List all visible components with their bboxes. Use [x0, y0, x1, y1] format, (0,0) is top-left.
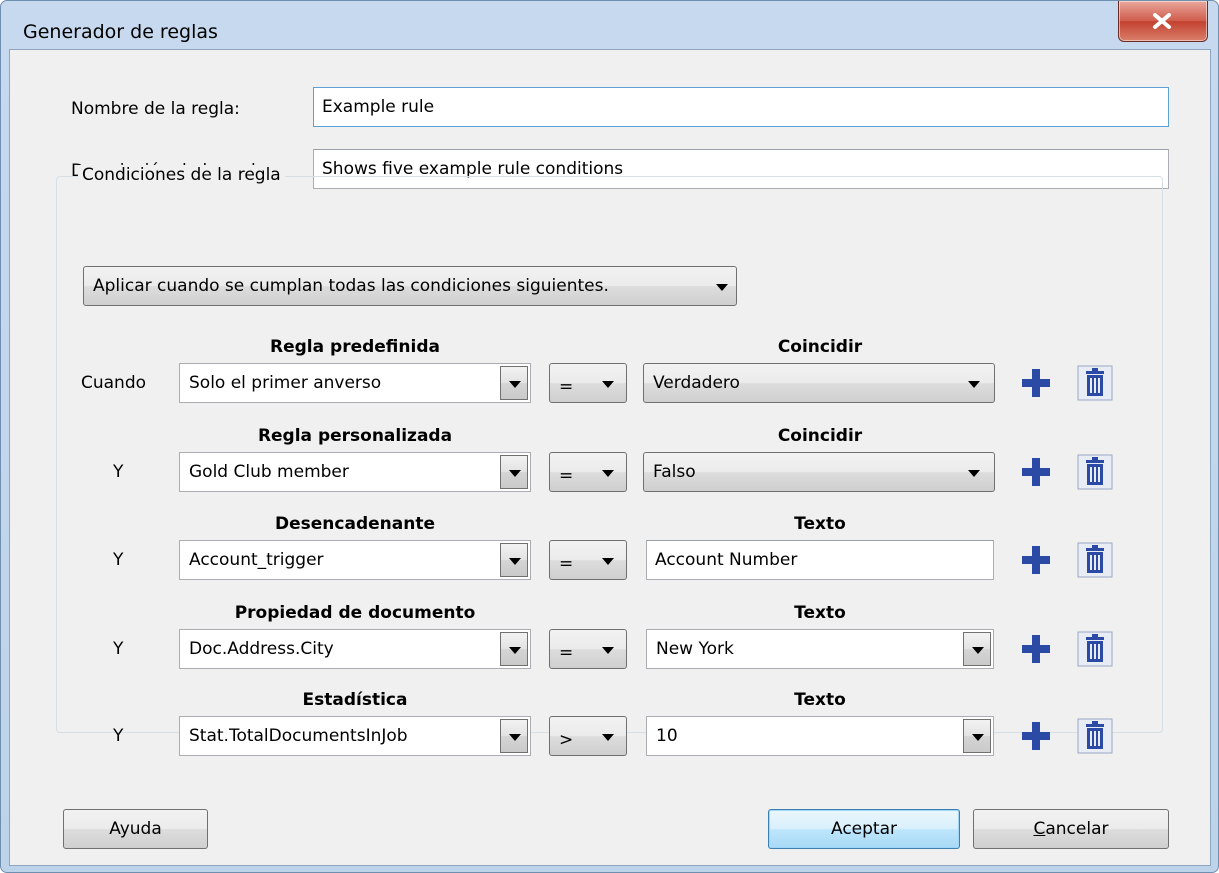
condition-rule-select[interactable]: Gold Club member [179, 452, 531, 492]
condition-left-header: Regla personalizada [257, 426, 453, 446]
trash-icon [1077, 718, 1113, 759]
trash-icon [1077, 542, 1113, 583]
close-icon [1153, 13, 1171, 29]
condition-operator-select[interactable]: = [549, 629, 627, 669]
cancel-button[interactable]: Cancelar [973, 809, 1169, 849]
chevron-down-icon [602, 647, 614, 654]
condition-rule-select[interactable]: Solo el primer anverso [179, 363, 531, 403]
chevron-down-icon [602, 470, 614, 477]
trash-icon [1077, 631, 1113, 672]
condition-connector: Y [113, 550, 124, 570]
condition-match-select[interactable]: Falso [643, 452, 995, 492]
condition-left-header: Estadística [302, 690, 408, 710]
plus-icon [1018, 722, 1054, 759]
dropdown-button[interactable] [500, 719, 528, 753]
delete-condition-button[interactable] [1077, 631, 1113, 667]
condition-rule-value: Account_trigger [189, 550, 324, 570]
close-button[interactable] [1118, 1, 1208, 42]
plus-icon [1018, 369, 1054, 406]
condition-right-header: Texto [794, 690, 846, 710]
condition-operator-select[interactable]: = [549, 363, 627, 403]
chevron-down-icon [602, 734, 614, 741]
condition-operator-value: = [559, 643, 574, 663]
add-condition-button[interactable] [1018, 454, 1054, 490]
condition-rule-select[interactable]: Doc.Address.City [179, 629, 531, 669]
condition-match-input[interactable]: Account Number [646, 540, 994, 580]
trash-icon [1077, 454, 1113, 495]
dialog-window: Generador de reglas Nombre de la regla: … [0, 0, 1219, 873]
plus-icon [1018, 635, 1054, 672]
condition-operator-select[interactable]: > [549, 716, 627, 756]
condition-left-header: Desencadenante [275, 514, 435, 534]
condition-right-header: Texto [794, 514, 846, 534]
ok-button[interactable]: Aceptar [768, 809, 960, 849]
delete-condition-button[interactable] [1077, 365, 1113, 401]
dropdown-button[interactable] [963, 719, 991, 753]
condition-rule-select[interactable]: Account_trigger [179, 540, 531, 580]
condition-rule-value: Stat.TotalDocumentsInJob [189, 726, 408, 746]
condition-operator-value: = [559, 466, 574, 486]
conditions-group-label: Condiciones de la regla [78, 165, 285, 185]
apply-mode-value: Aplicar cuando se cumplan todas las cond… [93, 276, 609, 296]
rule-name-label: Nombre de la regla: [71, 99, 240, 119]
add-condition-button[interactable] [1018, 365, 1054, 401]
chevron-down-icon [509, 558, 521, 565]
condition-rule-value: Solo el primer anverso [189, 373, 382, 393]
condition-connector: Y [113, 462, 124, 482]
condition-right-header: Texto [794, 603, 846, 623]
condition-match-select[interactable]: Verdadero [643, 363, 995, 403]
help-button[interactable]: Ayuda [63, 809, 208, 849]
condition-match-combo[interactable]: New York [646, 629, 994, 669]
apply-mode-dropdown[interactable]: Aplicar cuando se cumplan todas las cond… [83, 266, 737, 306]
chevron-down-icon [972, 734, 984, 741]
chevron-down-icon [509, 734, 521, 741]
condition-left-header: Propiedad de documento [234, 603, 476, 623]
condition-rule-select[interactable]: Stat.TotalDocumentsInJob [179, 716, 531, 756]
add-condition-button[interactable] [1018, 631, 1054, 667]
dropdown-button[interactable] [500, 632, 528, 666]
chevron-down-icon [602, 558, 614, 565]
condition-left-header: Regla predefinida [270, 337, 440, 357]
condition-operator-value: = [559, 377, 574, 397]
plus-icon [1018, 546, 1054, 583]
rule-name-input[interactable]: Example rule [313, 87, 1169, 127]
condition-operator-value: > [559, 730, 574, 750]
condition-right-header: Coincidir [777, 426, 863, 446]
plus-icon [1018, 458, 1054, 495]
dropdown-button[interactable] [500, 366, 528, 400]
chevron-down-icon [968, 470, 980, 477]
condition-connector: Y [113, 639, 124, 659]
condition-right-header: Coincidir [777, 337, 863, 357]
condition-match-value: Falso [653, 462, 696, 482]
trash-icon [1077, 365, 1113, 406]
condition-match-value: New York [656, 639, 734, 659]
condition-connector: Y [113, 726, 124, 746]
condition-operator-select[interactable]: = [549, 452, 627, 492]
condition-match-combo[interactable]: 10 [646, 716, 994, 756]
chevron-down-icon [509, 647, 521, 654]
chevron-down-icon [968, 381, 980, 388]
delete-condition-button[interactable] [1077, 454, 1113, 490]
condition-operator-value: = [559, 554, 574, 574]
condition-connector: Cuando [81, 373, 147, 393]
chevron-down-icon [509, 381, 521, 388]
dropdown-button[interactable] [963, 632, 991, 666]
chevron-down-icon [602, 381, 614, 388]
cancel-button-label: Cancelar [1033, 819, 1109, 839]
condition-match-value: 10 [656, 726, 678, 746]
dropdown-button[interactable] [500, 543, 528, 577]
chevron-down-icon [716, 284, 728, 291]
add-condition-button[interactable] [1018, 718, 1054, 754]
dropdown-button[interactable] [500, 455, 528, 489]
delete-condition-button[interactable] [1077, 542, 1113, 578]
add-condition-button[interactable] [1018, 542, 1054, 578]
delete-condition-button[interactable] [1077, 718, 1113, 754]
condition-rule-value: Gold Club member [189, 462, 349, 482]
condition-operator-select[interactable]: = [549, 540, 627, 580]
condition-rule-value: Doc.Address.City [189, 639, 334, 659]
window-title: Generador de reglas [23, 21, 218, 43]
chevron-down-icon [509, 470, 521, 477]
chevron-down-icon [972, 647, 984, 654]
condition-match-value: Verdadero [653, 373, 740, 393]
